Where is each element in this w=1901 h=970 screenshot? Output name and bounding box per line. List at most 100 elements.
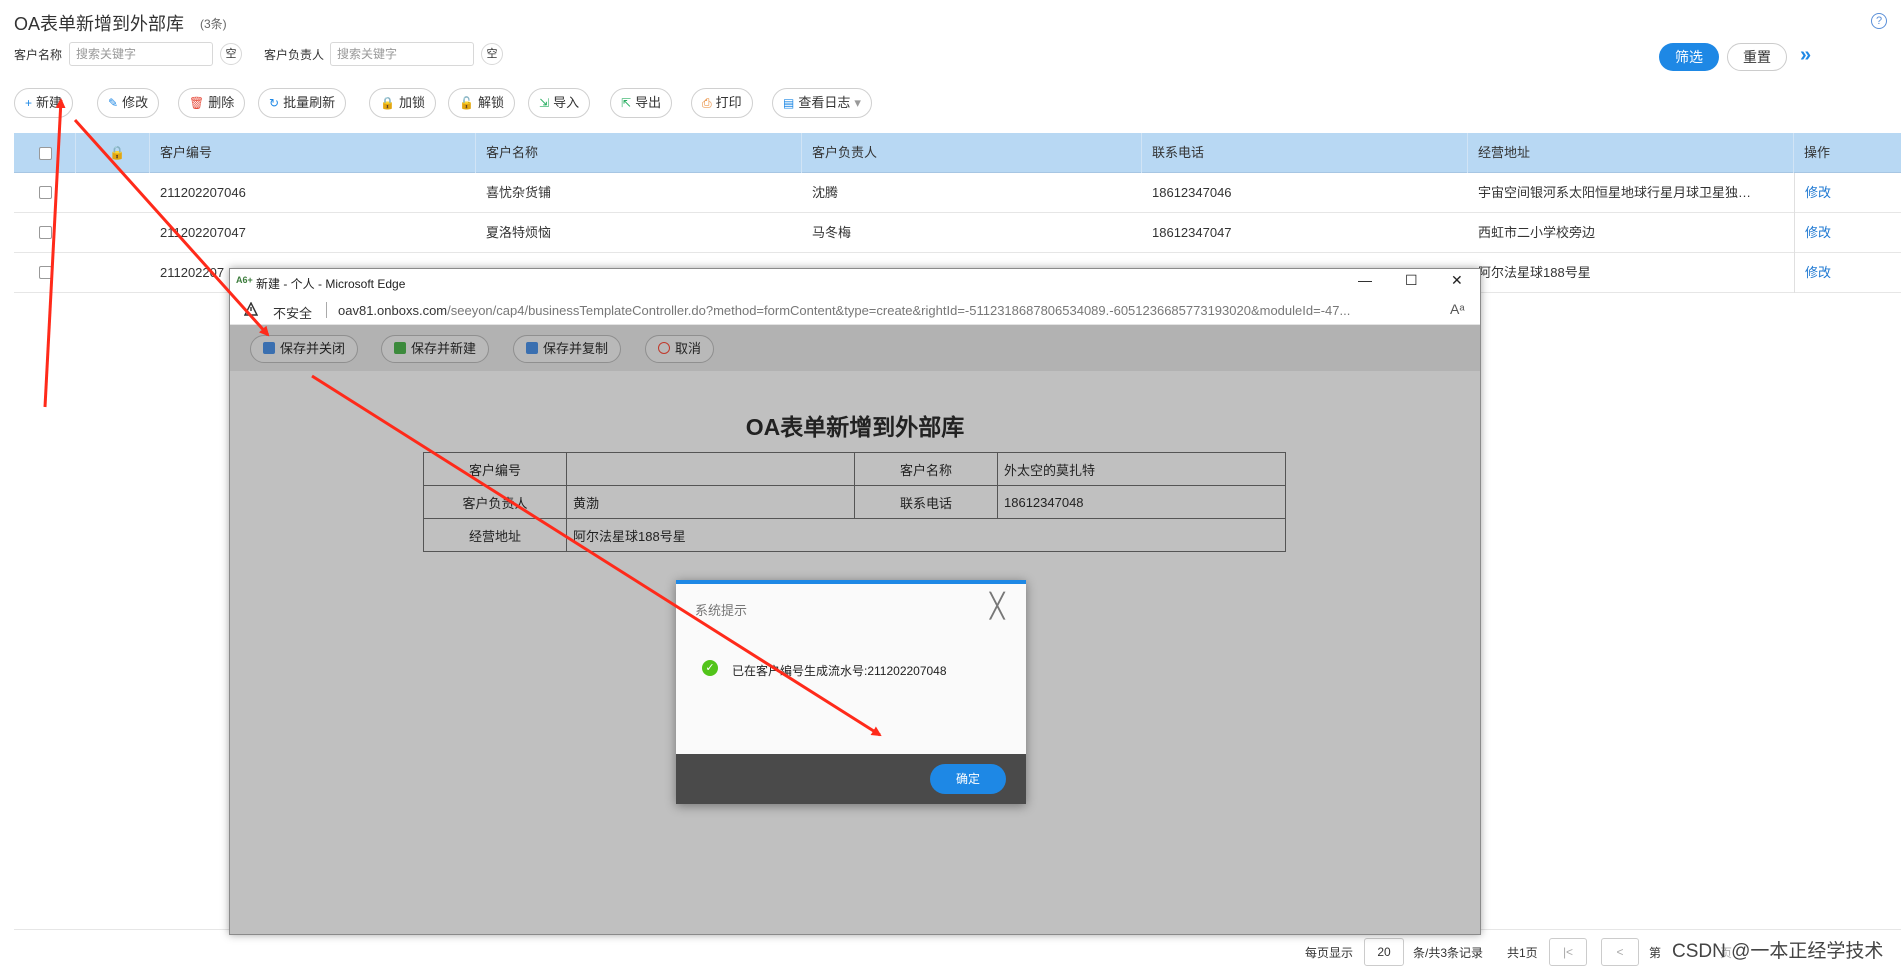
log-icon: ▤ [783,96,795,110]
export-icon: ⇱ [621,96,632,110]
save-and-copy-label: 保存并复制 [543,341,609,356]
edit-link[interactable]: 修改 [1794,213,1901,253]
filter-label-owner: 客户负责人 [264,48,325,62]
page-title: OA表单新增到外部库 [14,14,185,34]
url-text[interactable]: oav81.onboxs.com/seeyon/cap4/businessTem… [338,303,1350,318]
per-page-input[interactable]: 20 [1364,938,1404,966]
window-title: 新建 - 个人 - Microsoft Edge [256,277,406,291]
table-row[interactable]: 211202207046 喜忧杂货铺 沈腾 18612347046 宇宙空间银河… [14,173,1901,213]
system-prompt-dialog: 系统提示 ╳ ✓ 已在客户编号生成流水号:211202207048 确定 [676,580,1026,804]
cancel-icon [658,342,670,354]
confirm-button[interactable]: 确定 [930,764,1006,794]
warning-triangle-icon [244,302,258,316]
clear-owner-button[interactable]: 空 [481,43,503,65]
lock-label: 加锁 [398,95,425,110]
owner-search-input[interactable]: 搜索关键字 [330,42,474,66]
total-pages: 共1页 [1507,946,1538,960]
new-label: 新建 [36,95,63,110]
cell-name: 夏洛特烦恼 [486,225,552,240]
column-header-name[interactable]: 客户名称 [476,133,802,173]
row-checkbox[interactable] [39,266,52,279]
save-and-new-button[interactable]: 保存并新建 [381,335,490,363]
field-label-name: 客户名称 [854,452,998,486]
save-and-copy-button[interactable]: 保存并复制 [513,335,622,363]
edit-link[interactable]: 修改 [1794,173,1901,213]
field-input-name[interactable]: 外太空的莫扎特 [997,452,1286,486]
unlock-label: 解锁 [477,95,504,110]
maximize-icon[interactable]: ☐ [1405,272,1418,289]
address-separator [326,302,327,318]
form-toolbar: 保存并关闭 保存并新建 保存并复制 取消 [230,325,1480,371]
insecure-label[interactable]: 不安全 [273,303,312,322]
export-button[interactable]: ⇱ 导出 [610,88,673,118]
window-titlebar[interactable]: A6+ 新建 - 个人 - Microsoft Edge — ☐ ✕ [230,269,1480,295]
first-page-button[interactable]: |< [1549,938,1587,966]
delete-label: 删除 [208,95,235,110]
printer-icon: ⎙ [702,96,712,110]
field-input-owner[interactable]: 黄渤 [566,485,855,519]
cancel-button[interactable]: 取消 [645,335,715,363]
save-new-icon [394,342,406,354]
minimize-icon[interactable]: — [1358,272,1372,288]
column-header-owner[interactable]: 客户负责人 [802,133,1142,173]
edit-button[interactable]: ✎ 修改 [97,88,160,118]
cell-owner: 马冬梅 [812,225,852,240]
prev-page-button[interactable]: < [1601,938,1639,966]
customer-name-search-input[interactable]: 搜索关键字 [69,42,213,66]
column-header-address[interactable]: 经营地址 [1468,133,1794,173]
app-favicon-icon: A6+ [236,275,253,285]
field-input-address[interactable]: 阿尔法星球188号星 [566,518,1286,552]
lock-button[interactable]: 🔒 加锁 [369,88,436,118]
lock-column-icon: 🔒 [76,133,150,173]
unlock-button[interactable]: 🔓 解锁 [448,88,515,118]
view-log-button[interactable]: ▤ 查看日志 ▾ [772,88,872,118]
save-and-close-button[interactable]: 保存并关闭 [250,335,359,363]
total-records: 条/共3条记录 [1413,946,1484,960]
column-header-phone[interactable]: 联系电话 [1142,133,1468,173]
select-all-checkbox[interactable] [39,147,52,160]
cell-address: 宇宙空间银河系太阳恒星地球行星月球卫星独… [1478,185,1752,200]
row-checkbox[interactable] [39,226,52,239]
refresh-icon: ↻ [269,96,280,110]
reset-button[interactable]: 重置 [1727,43,1787,71]
edit-label: 修改 [122,95,149,110]
column-header-id[interactable]: 客户编号 [150,133,476,173]
import-button[interactable]: ⇲ 导入 [528,88,591,118]
close-icon[interactable]: ╳ [990,595,1004,619]
address-bar[interactable]: 不安全 oav81.onboxs.com/seeyon/cap4/busines… [230,295,1480,325]
batch-refresh-button[interactable]: ↻ 批量刷新 [258,88,347,118]
filter-label-customer-name: 客户名称 [14,48,63,62]
edit-link[interactable]: 修改 [1794,253,1901,293]
cell-address: 阿尔法星球188号星 [1478,265,1591,280]
field-input-id[interactable] [566,452,855,486]
save-copy-icon [526,342,538,354]
url-path: /seeyon/cap4/businessTemplateController.… [447,303,1351,318]
cell-id: 211202207046 [160,185,246,200]
lock-icon: 🔒 [380,96,395,110]
batch-refresh-label: 批量刷新 [283,95,336,110]
new-button[interactable]: + 新建 [14,88,74,118]
cell-id: 211202207047 [160,225,246,240]
read-aloud-icon[interactable]: Aᵃ [1450,301,1465,317]
unlock-icon: 🔓 [459,96,474,110]
table-row[interactable]: 211202207047 夏洛特烦恼 马冬梅 18612347047 西虹市二小… [14,213,1901,253]
filter-button[interactable]: 筛选 [1659,43,1719,71]
help-icon[interactable]: ? [1871,13,1887,29]
url-host: oav81.onboxs.com [338,303,448,318]
field-label-owner: 客户负责人 [423,485,567,519]
row-checkbox[interactable] [39,186,52,199]
close-icon[interactable]: ✕ [1451,272,1463,289]
clear-customer-name-button[interactable]: 空 [220,43,242,65]
chevron-down-icon: ▾ [854,95,861,110]
dialog-accent-bar [676,580,1026,584]
delete-button[interactable]: 🗑 删除 [178,88,246,118]
print-label: 打印 [715,95,742,110]
pencil-icon: ✎ [108,96,119,110]
save-and-close-label: 保存并关闭 [280,341,346,356]
field-input-phone[interactable]: 18612347048 [997,485,1286,519]
cell-phone: 18612347046 [1152,185,1232,200]
expand-more-icon[interactable]: » [1800,44,1811,67]
print-button[interactable]: ⎙ 打印 [691,88,753,118]
cell-address: 西虹市二小学校旁边 [1478,225,1596,240]
cell-name: 喜忧杂货铺 [486,185,552,200]
